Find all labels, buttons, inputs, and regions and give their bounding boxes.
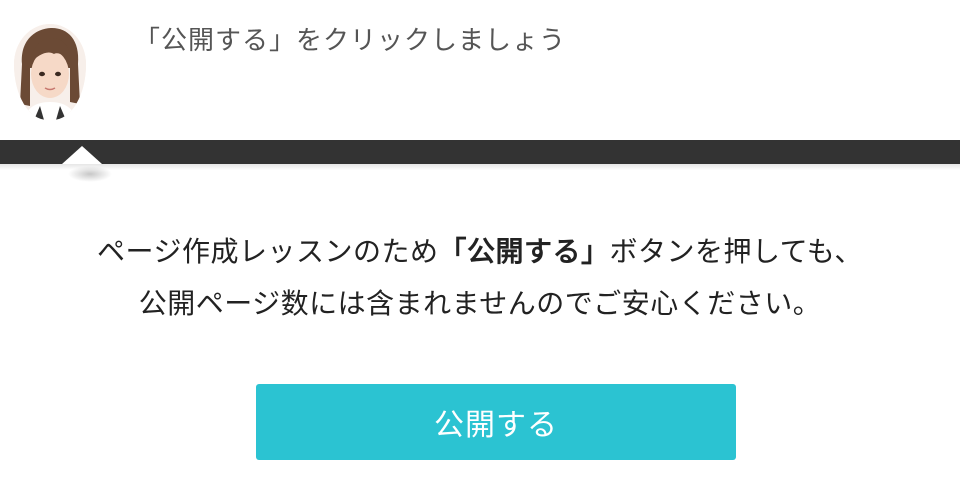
pointer-shadow [68, 166, 112, 182]
message-line1-after: ボタンを押しても、 [609, 235, 863, 268]
avatar [14, 24, 86, 120]
tutorial-page: 「公開する」をクリックしましょう ページ作成レッスンのため「公開する」ボタンを押… [0, 0, 960, 492]
guide-header: 「公開する」をクリックしましょう [0, 0, 960, 140]
message-line1-bold: 「公開する」 [438, 235, 610, 268]
speech-pointer [62, 146, 102, 164]
publish-button[interactable]: 公開する [256, 384, 736, 460]
woman-portrait-icon [14, 24, 86, 120]
guide-divider-strip [0, 140, 960, 164]
message-line-2: 公開ページ数には含まれませんのでご安心ください。 [138, 287, 822, 320]
guide-instruction: 「公開する」をクリックしましょう [134, 26, 567, 56]
strip-shadow [0, 164, 960, 170]
message-line-1: ページ作成レッスンのため「公開する」ボタンを押しても、 [0, 226, 960, 278]
message-line1-before: ページ作成レッスンのため [97, 235, 439, 268]
info-message: ページ作成レッスンのため「公開する」ボタンを押しても、 公開ページ数には含まれま… [0, 226, 960, 330]
